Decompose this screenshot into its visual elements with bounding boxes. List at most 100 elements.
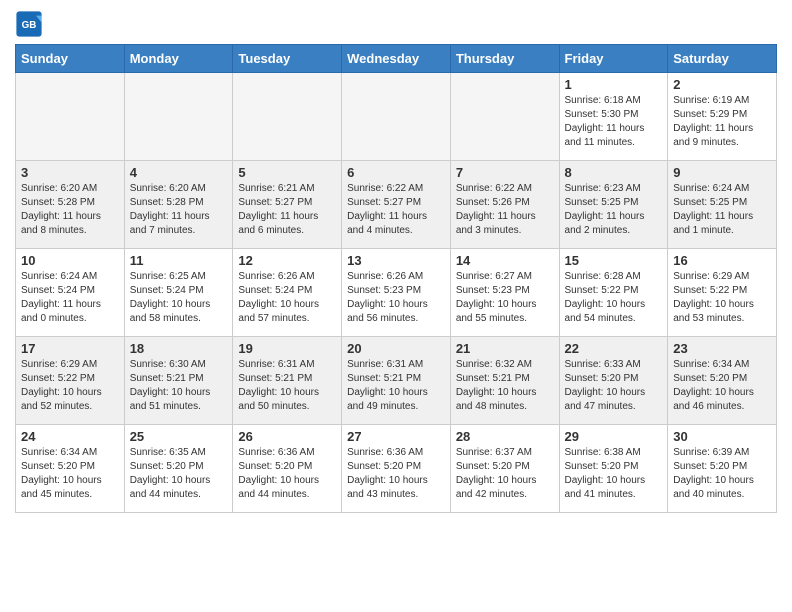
calendar-cell: 7 Sunrise: 6:22 AM Sunset: 5:26 PM Daylig…: [450, 161, 559, 249]
day-info: Sunrise: 6:18 AM Sunset: 5:30 PM Dayligh…: [565, 94, 663, 150]
day-number: 4: [130, 165, 228, 180]
calendar-week-row: 17 Sunrise: 6:29 AM Sunset: 5:22 PM Dayli…: [16, 337, 777, 425]
calendar-cell: 25 Sunrise: 6:35 AM Sunset: 5:20 PM Dayli…: [124, 425, 233, 513]
day-number: 5: [238, 165, 336, 180]
calendar-cell: [16, 73, 125, 161]
calendar-cell: 24 Sunrise: 6:34 AM Sunset: 5:20 PM Dayli…: [16, 425, 125, 513]
day-number: 17: [21, 341, 119, 356]
day-number: 26: [238, 429, 336, 444]
weekday-header-sunday: Sunday: [16, 45, 125, 73]
day-number: 28: [456, 429, 554, 444]
day-number: 2: [673, 77, 771, 92]
day-info: Sunrise: 6:26 AM Sunset: 5:24 PM Dayligh…: [238, 270, 336, 326]
calendar-cell: 23 Sunrise: 6:34 AM Sunset: 5:20 PM Dayli…: [668, 337, 777, 425]
calendar-cell: [450, 73, 559, 161]
day-info: Sunrise: 6:31 AM Sunset: 5:21 PM Dayligh…: [238, 358, 336, 414]
day-number: 1: [565, 77, 663, 92]
day-info: Sunrise: 6:19 AM Sunset: 5:29 PM Dayligh…: [673, 94, 771, 150]
calendar-week-row: 1 Sunrise: 6:18 AM Sunset: 5:30 PM Daylig…: [16, 73, 777, 161]
calendar-cell: 17 Sunrise: 6:29 AM Sunset: 5:22 PM Dayli…: [16, 337, 125, 425]
day-info: Sunrise: 6:24 AM Sunset: 5:24 PM Dayligh…: [21, 270, 119, 326]
day-info: Sunrise: 6:39 AM Sunset: 5:20 PM Dayligh…: [673, 446, 771, 502]
calendar-table: SundayMondayTuesdayWednesdayThursdayFrid…: [15, 44, 777, 513]
day-info: Sunrise: 6:36 AM Sunset: 5:20 PM Dayligh…: [238, 446, 336, 502]
header: GB: [15, 10, 777, 38]
calendar-cell: 27 Sunrise: 6:36 AM Sunset: 5:20 PM Dayli…: [342, 425, 451, 513]
calendar-cell: 14 Sunrise: 6:27 AM Sunset: 5:23 PM Dayli…: [450, 249, 559, 337]
calendar-cell: 4 Sunrise: 6:20 AM Sunset: 5:28 PM Daylig…: [124, 161, 233, 249]
day-number: 3: [21, 165, 119, 180]
day-info: Sunrise: 6:25 AM Sunset: 5:24 PM Dayligh…: [130, 270, 228, 326]
day-info: Sunrise: 6:24 AM Sunset: 5:25 PM Dayligh…: [673, 182, 771, 238]
day-number: 15: [565, 253, 663, 268]
day-number: 14: [456, 253, 554, 268]
day-number: 7: [456, 165, 554, 180]
day-number: 27: [347, 429, 445, 444]
calendar-cell: 12 Sunrise: 6:26 AM Sunset: 5:24 PM Dayli…: [233, 249, 342, 337]
day-info: Sunrise: 6:37 AM Sunset: 5:20 PM Dayligh…: [456, 446, 554, 502]
calendar-cell: 19Sunrise: 6:31 AM Sunset: 5:21 PM Dayli…: [233, 337, 342, 425]
day-info: Sunrise: 6:31 AM Sunset: 5:21 PM Dayligh…: [347, 358, 445, 414]
day-info: Sunrise: 6:29 AM Sunset: 5:22 PM Dayligh…: [21, 358, 119, 414]
day-info: Sunrise: 6:26 AM Sunset: 5:23 PM Dayligh…: [347, 270, 445, 326]
svg-text:GB: GB: [22, 20, 37, 31]
weekday-header-monday: Monday: [124, 45, 233, 73]
calendar-cell: 29Sunrise: 6:38 AM Sunset: 5:20 PM Dayli…: [559, 425, 668, 513]
day-number: 11: [130, 253, 228, 268]
day-number: 16: [673, 253, 771, 268]
day-info: Sunrise: 6:22 AM Sunset: 5:26 PM Dayligh…: [456, 182, 554, 238]
calendar-cell: 16Sunrise: 6:29 AM Sunset: 5:22 PM Dayli…: [668, 249, 777, 337]
calendar-cell: 11 Sunrise: 6:25 AM Sunset: 5:24 PM Dayli…: [124, 249, 233, 337]
day-number: 22: [565, 341, 663, 356]
calendar-cell: 3 Sunrise: 6:20 AM Sunset: 5:28 PM Daylig…: [16, 161, 125, 249]
day-info: Sunrise: 6:38 AM Sunset: 5:20 PM Dayligh…: [565, 446, 663, 502]
day-number: 20: [347, 341, 445, 356]
day-number: 12: [238, 253, 336, 268]
calendar-cell: 2 Sunrise: 6:19 AM Sunset: 5:29 PM Daylig…: [668, 73, 777, 161]
calendar-cell: 13 Sunrise: 6:26 AM Sunset: 5:23 PM Dayli…: [342, 249, 451, 337]
day-info: Sunrise: 6:28 AM Sunset: 5:22 PM Dayligh…: [565, 270, 663, 326]
calendar-cell: 21Sunrise: 6:32 AM Sunset: 5:21 PM Dayli…: [450, 337, 559, 425]
calendar-cell: 5Sunrise: 6:21 AM Sunset: 5:27 PM Daylig…: [233, 161, 342, 249]
calendar-cell: 15 Sunrise: 6:28 AM Sunset: 5:22 PM Dayli…: [559, 249, 668, 337]
calendar-cell: [233, 73, 342, 161]
day-number: 23: [673, 341, 771, 356]
logo-icon: GB: [15, 10, 43, 38]
page-container: GB SundayMondayTuesdayWednesdayThursdayF…: [15, 10, 777, 513]
day-info: Sunrise: 6:22 AM Sunset: 5:27 PM Dayligh…: [347, 182, 445, 238]
weekday-header-tuesday: Tuesday: [233, 45, 342, 73]
day-info: Sunrise: 6:20 AM Sunset: 5:28 PM Dayligh…: [21, 182, 119, 238]
weekday-header-wednesday: Wednesday: [342, 45, 451, 73]
calendar-cell: [342, 73, 451, 161]
calendar-cell: 1 Sunrise: 6:18 AM Sunset: 5:30 PM Daylig…: [559, 73, 668, 161]
day-info: Sunrise: 6:20 AM Sunset: 5:28 PM Dayligh…: [130, 182, 228, 238]
calendar-cell: 9 Sunrise: 6:24 AM Sunset: 5:25 PM Daylig…: [668, 161, 777, 249]
calendar-cell: 30 Sunrise: 6:39 AM Sunset: 5:20 PM Dayli…: [668, 425, 777, 513]
day-number: 24: [21, 429, 119, 444]
calendar-cell: 20 Sunrise: 6:31 AM Sunset: 5:21 PM Dayli…: [342, 337, 451, 425]
calendar-cell: 8Sunrise: 6:23 AM Sunset: 5:25 PM Daylig…: [559, 161, 668, 249]
day-info: Sunrise: 6:33 AM Sunset: 5:20 PM Dayligh…: [565, 358, 663, 414]
day-info: Sunrise: 6:27 AM Sunset: 5:23 PM Dayligh…: [456, 270, 554, 326]
day-info: Sunrise: 6:36 AM Sunset: 5:20 PM Dayligh…: [347, 446, 445, 502]
day-number: 30: [673, 429, 771, 444]
day-info: Sunrise: 6:35 AM Sunset: 5:20 PM Dayligh…: [130, 446, 228, 502]
day-number: 25: [130, 429, 228, 444]
calendar-cell: 6 Sunrise: 6:22 AM Sunset: 5:27 PM Daylig…: [342, 161, 451, 249]
calendar-cell: 22 Sunrise: 6:33 AM Sunset: 5:20 PM Dayli…: [559, 337, 668, 425]
calendar-cell: 26 Sunrise: 6:36 AM Sunset: 5:20 PM Dayli…: [233, 425, 342, 513]
calendar-week-row: 10Sunrise: 6:24 AM Sunset: 5:24 PM Dayli…: [16, 249, 777, 337]
day-info: Sunrise: 6:23 AM Sunset: 5:25 PM Dayligh…: [565, 182, 663, 238]
day-info: Sunrise: 6:32 AM Sunset: 5:21 PM Dayligh…: [456, 358, 554, 414]
day-number: 9: [673, 165, 771, 180]
day-info: Sunrise: 6:34 AM Sunset: 5:20 PM Dayligh…: [673, 358, 771, 414]
logo: GB: [15, 10, 47, 38]
calendar-cell: [124, 73, 233, 161]
day-number: 13: [347, 253, 445, 268]
calendar-week-row: 3 Sunrise: 6:20 AM Sunset: 5:28 PM Daylig…: [16, 161, 777, 249]
calendar-week-row: 24 Sunrise: 6:34 AM Sunset: 5:20 PM Dayli…: [16, 425, 777, 513]
weekday-header-saturday: Saturday: [668, 45, 777, 73]
day-info: Sunrise: 6:30 AM Sunset: 5:21 PM Dayligh…: [130, 358, 228, 414]
day-number: 6: [347, 165, 445, 180]
day-info: Sunrise: 6:34 AM Sunset: 5:20 PM Dayligh…: [21, 446, 119, 502]
